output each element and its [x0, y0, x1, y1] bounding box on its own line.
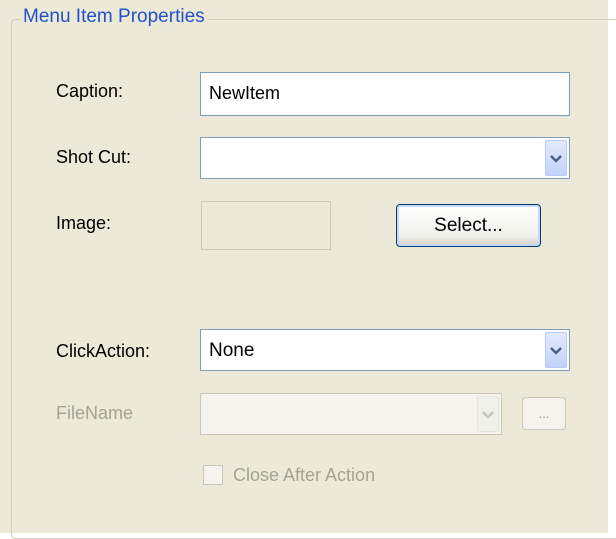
menu-item-properties-panel: Menu Item Properties Caption: NewItem Sh… [0, 0, 616, 539]
chevron-down-icon[interactable] [545, 140, 567, 176]
group-title: Menu Item Properties [20, 5, 208, 29]
caption-label: Caption: [56, 81, 124, 101]
click-action-dropdown[interactable]: None [200, 329, 570, 371]
click-action-value: None [209, 340, 255, 361]
caption-field[interactable]: NewItem [200, 72, 570, 116]
shortcut-label: Shot Cut: [56, 147, 132, 167]
shortcut-dropdown[interactable] [200, 137, 570, 179]
close-after-action-checkbox[interactable] [203, 465, 223, 485]
close-after-action-label: Close After Action [233, 465, 376, 485]
image-preview [201, 201, 331, 250]
image-label: Image: [56, 213, 112, 233]
browse-file-button[interactable]: ... [522, 397, 566, 430]
chevron-down-icon[interactable] [477, 396, 499, 432]
click-action-label: ClickAction: [56, 341, 151, 361]
file-name-dropdown[interactable] [200, 393, 502, 435]
select-image-button[interactable]: Select... [396, 204, 541, 247]
file-name-label: FileName [56, 403, 134, 423]
chevron-down-icon[interactable] [545, 332, 567, 368]
